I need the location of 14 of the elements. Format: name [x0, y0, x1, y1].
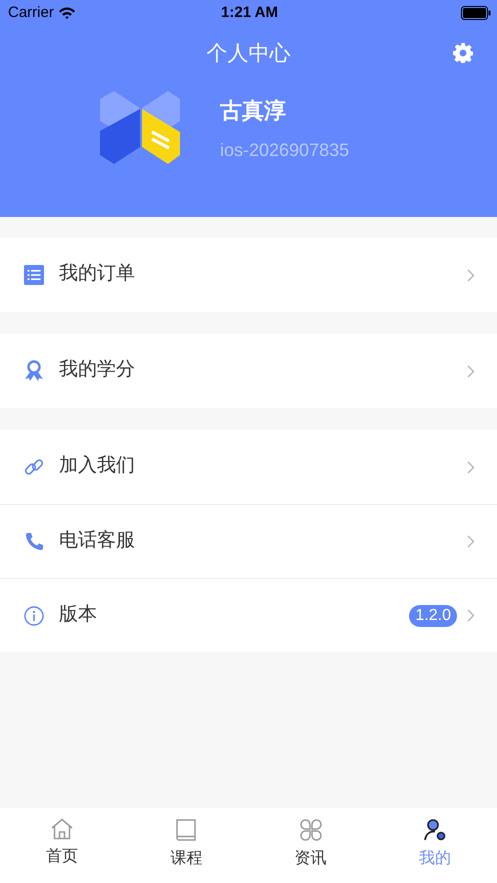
menu-item[interactable]: 电话客服	[0, 504, 497, 578]
tab[interactable]: 资讯	[248, 808, 373, 883]
menu-item[interactable]: 我的学分	[0, 334, 497, 408]
status-time: 1:21 AM	[221, 4, 278, 21]
menu-item[interactable]: 加入我们	[0, 430, 497, 504]
carrier-label: Carrier	[8, 4, 54, 21]
menu-item[interactable]: 版本 1.2.0	[0, 578, 497, 652]
page-title: 个人中心	[206, 41, 290, 67]
account-id: ios-2026907835	[220, 140, 350, 160]
menu-item[interactable]: 我的订单	[0, 238, 497, 312]
user-name: 古真淳	[220, 96, 287, 124]
version-badge: 1.2.0	[409, 604, 457, 626]
tab[interactable]: 课程	[124, 808, 248, 883]
tab[interactable]: 首页	[0, 808, 124, 883]
